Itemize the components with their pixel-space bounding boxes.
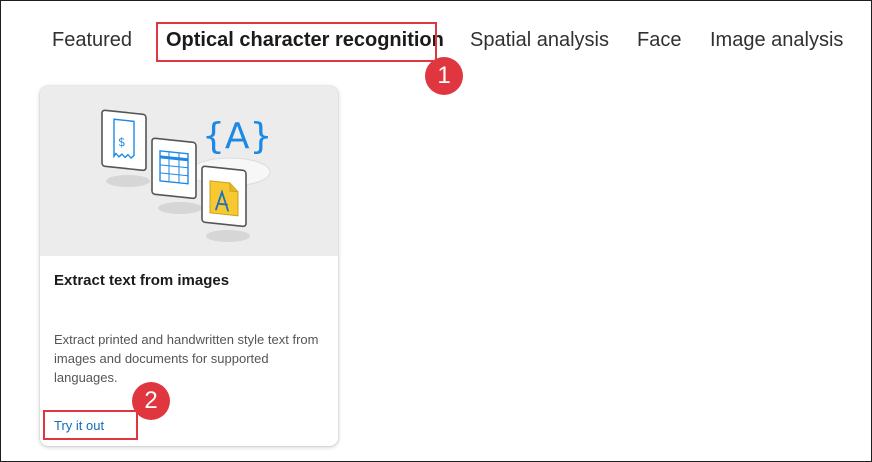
card-hero-image: {A} $ [40, 86, 338, 256]
card-description: Extract printed and handwritten style te… [54, 332, 319, 385]
highlight-box-ocr-tab [156, 22, 437, 62]
tab-image-analysis[interactable]: Image analysis [710, 29, 843, 52]
tab-spatial-analysis[interactable]: Spatial analysis [470, 29, 609, 52]
ocr-illustration-icon: {A} $ [101, 109, 272, 242]
card-title: Extract text from images [54, 272, 230, 289]
tab-face[interactable]: Face [637, 29, 681, 52]
svg-text:{A}: {A} [202, 116, 272, 157]
step-badge-1: 1 [425, 57, 463, 95]
ocr-card[interactable]: {A} $ Extract text from images Extract p… [40, 86, 338, 446]
svg-text:$: $ [118, 135, 126, 150]
step-badge-2: 2 [132, 382, 170, 420]
tab-featured[interactable]: Featured [52, 29, 132, 52]
highlight-box-try-it-out [43, 410, 138, 440]
